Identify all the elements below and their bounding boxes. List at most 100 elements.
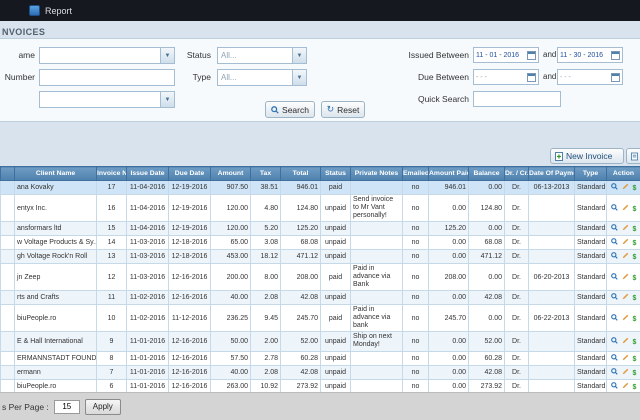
issued-from-date-field[interactable]: 11 - 01 - 2016 (473, 47, 539, 63)
invoice-row[interactable]: ansformars ltd 15 11-04-2016 12-19-2016 … (1, 222, 640, 236)
due-from-date-field[interactable]: - - - (473, 69, 539, 85)
view-invoice-icon[interactable] (611, 183, 618, 192)
view-invoice-icon[interactable] (611, 368, 618, 377)
payment-icon[interactable]: $ (633, 275, 637, 282)
column-header-total[interactable]: Total (281, 167, 321, 181)
edit-invoice-icon[interactable] (622, 224, 629, 233)
column-header-emailed[interactable]: Emailed (403, 167, 429, 181)
edit-invoice-icon[interactable] (622, 293, 629, 302)
reset-button[interactable]: ↻ Reset (321, 101, 365, 118)
edit-invoice-icon[interactable] (622, 252, 629, 261)
view-invoice-icon[interactable] (611, 337, 618, 346)
invoice-number-input[interactable] (39, 69, 175, 86)
row-select-cell[interactable] (1, 264, 15, 291)
calendar-icon[interactable] (527, 73, 536, 82)
column-header-client-name[interactable]: Client Name (15, 167, 97, 181)
view-invoice-icon[interactable] (611, 252, 618, 261)
column-header-status[interactable]: Status (321, 167, 351, 181)
edit-invoice-icon[interactable] (622, 382, 629, 391)
due-to-date-field[interactable]: - - - (557, 69, 623, 85)
new-invoice-button[interactable]: New Invoice (550, 148, 624, 164)
edit-invoice-icon[interactable] (622, 368, 629, 377)
view-invoice-icon[interactable] (611, 238, 618, 247)
client-name-select[interactable]: ▼ (39, 47, 175, 64)
issued-to-date-field[interactable]: 11 - 30 - 2016 (557, 47, 623, 63)
edit-invoice-icon[interactable] (622, 314, 629, 323)
payment-icon[interactable]: $ (633, 206, 637, 213)
row-select-cell[interactable] (1, 195, 15, 222)
row-select-cell[interactable] (1, 236, 15, 250)
payment-icon[interactable]: $ (633, 384, 637, 391)
view-invoice-icon[interactable] (611, 273, 618, 282)
client-name-cell: ERMANNSTADT FOUNDAT... (15, 351, 97, 365)
column-header-actions[interactable]: Action (607, 167, 640, 181)
view-invoice-icon[interactable] (611, 354, 618, 363)
payment-icon[interactable]: $ (633, 356, 637, 363)
column-header-amount[interactable]: Amount (211, 167, 251, 181)
invoice-row[interactable]: biuPeople.ro 6 11-01-2016 12-16-2016 263… (1, 379, 640, 393)
invoice-row[interactable]: ERMANNSTADT FOUNDAT... 8 11-01-2016 12-1… (1, 351, 640, 365)
column-header-date-of-payment[interactable]: Date Of Payment (529, 167, 575, 181)
search-button[interactable]: Search (265, 101, 315, 118)
payment-icon[interactable]: $ (633, 185, 637, 192)
edit-invoice-icon[interactable] (622, 337, 629, 346)
column-header-dr-cr[interactable]: Dr. / Cr. (505, 167, 529, 181)
quick-search-input[interactable] (473, 91, 561, 107)
row-select-cell[interactable] (1, 181, 15, 195)
edit-invoice-icon[interactable] (622, 238, 629, 247)
type-select[interactable]: All...▼ (217, 69, 307, 86)
invoice-row[interactable]: rts and Crafts 11 11-02-2016 12-16-2016 … (1, 291, 640, 305)
column-header-amount-paid[interactable]: Amount Paid (429, 167, 469, 181)
column-header-type[interactable]: Type (575, 167, 607, 181)
invoice-row[interactable]: entyx Inc. 16 11-04-2016 12-19-2016 120.… (1, 195, 640, 222)
amount-cell: 263.00 (211, 379, 251, 393)
column-header-due-date[interactable]: Due Date (169, 167, 211, 181)
row-select-cell[interactable] (1, 379, 15, 393)
row-select-cell[interactable] (1, 291, 15, 305)
view-invoice-icon[interactable] (611, 382, 618, 391)
column-header-balance[interactable]: Balance (469, 167, 505, 181)
invoice-row[interactable]: gh Voltage Rock'n Roll 13 11-03-2016 12-… (1, 250, 640, 264)
view-invoice-icon[interactable] (611, 204, 618, 213)
edit-invoice-icon[interactable] (622, 204, 629, 213)
payment-icon[interactable]: $ (633, 339, 637, 346)
view-invoice-icon[interactable] (611, 224, 618, 233)
export-button[interactable]: E (626, 148, 640, 164)
payment-icon[interactable]: $ (633, 254, 637, 261)
view-invoice-icon[interactable] (611, 293, 618, 302)
per-page-input[interactable] (54, 400, 80, 414)
view-invoice-icon[interactable] (611, 314, 618, 323)
row-select-cell[interactable] (1, 250, 15, 264)
column-header-select[interactable] (1, 167, 15, 181)
column-header-private-notes[interactable]: Private Notes (351, 167, 403, 181)
edit-invoice-icon[interactable] (622, 354, 629, 363)
column-header-invoice-no[interactable]: Invoice No. (97, 167, 127, 181)
status-select[interactable]: All...▼ (217, 47, 307, 64)
invoice-row[interactable]: jn Zeep 12 11-03-2016 12-16-2016 200.00 … (1, 264, 640, 291)
calendar-icon[interactable] (611, 51, 620, 60)
payment-icon[interactable]: $ (633, 370, 637, 377)
edit-invoice-icon[interactable] (622, 183, 629, 192)
payment-icon[interactable]: $ (633, 316, 637, 323)
invoice-row[interactable]: biuPeople.ro 10 11-02-2016 11-12-2016 23… (1, 305, 640, 332)
payment-icon[interactable]: $ (633, 240, 637, 247)
invoice-row[interactable]: w Voltage Products & Sy... 14 11-03-2016… (1, 236, 640, 250)
row-select-cell[interactable] (1, 365, 15, 379)
row-select-cell[interactable] (1, 305, 15, 332)
row-select-cell[interactable] (1, 332, 15, 351)
payment-icon[interactable]: $ (633, 295, 637, 302)
apply-button[interactable]: Apply (85, 399, 121, 415)
payment-icon[interactable]: $ (633, 226, 637, 233)
row-select-cell[interactable] (1, 351, 15, 365)
calendar-icon[interactable] (611, 73, 620, 82)
invoice-row[interactable]: ermann 7 11-01-2016 12-16-2016 40.00 2.0… (1, 365, 640, 379)
edit-invoice-icon[interactable] (622, 273, 629, 282)
column-header-issue-date[interactable]: Issue Date (127, 167, 169, 181)
menu-item-report[interactable]: Report (45, 6, 72, 16)
invoice-row[interactable]: E & Hall International 9 11-01-2016 12-1… (1, 332, 640, 351)
extra-filter-select[interactable]: ▼ (39, 91, 175, 108)
row-select-cell[interactable] (1, 222, 15, 236)
column-header-tax[interactable]: Tax (251, 167, 281, 181)
calendar-icon[interactable] (527, 51, 536, 60)
invoice-row[interactable]: ana Kovaky 17 11-04-2016 12-19-2016 907.… (1, 181, 640, 195)
